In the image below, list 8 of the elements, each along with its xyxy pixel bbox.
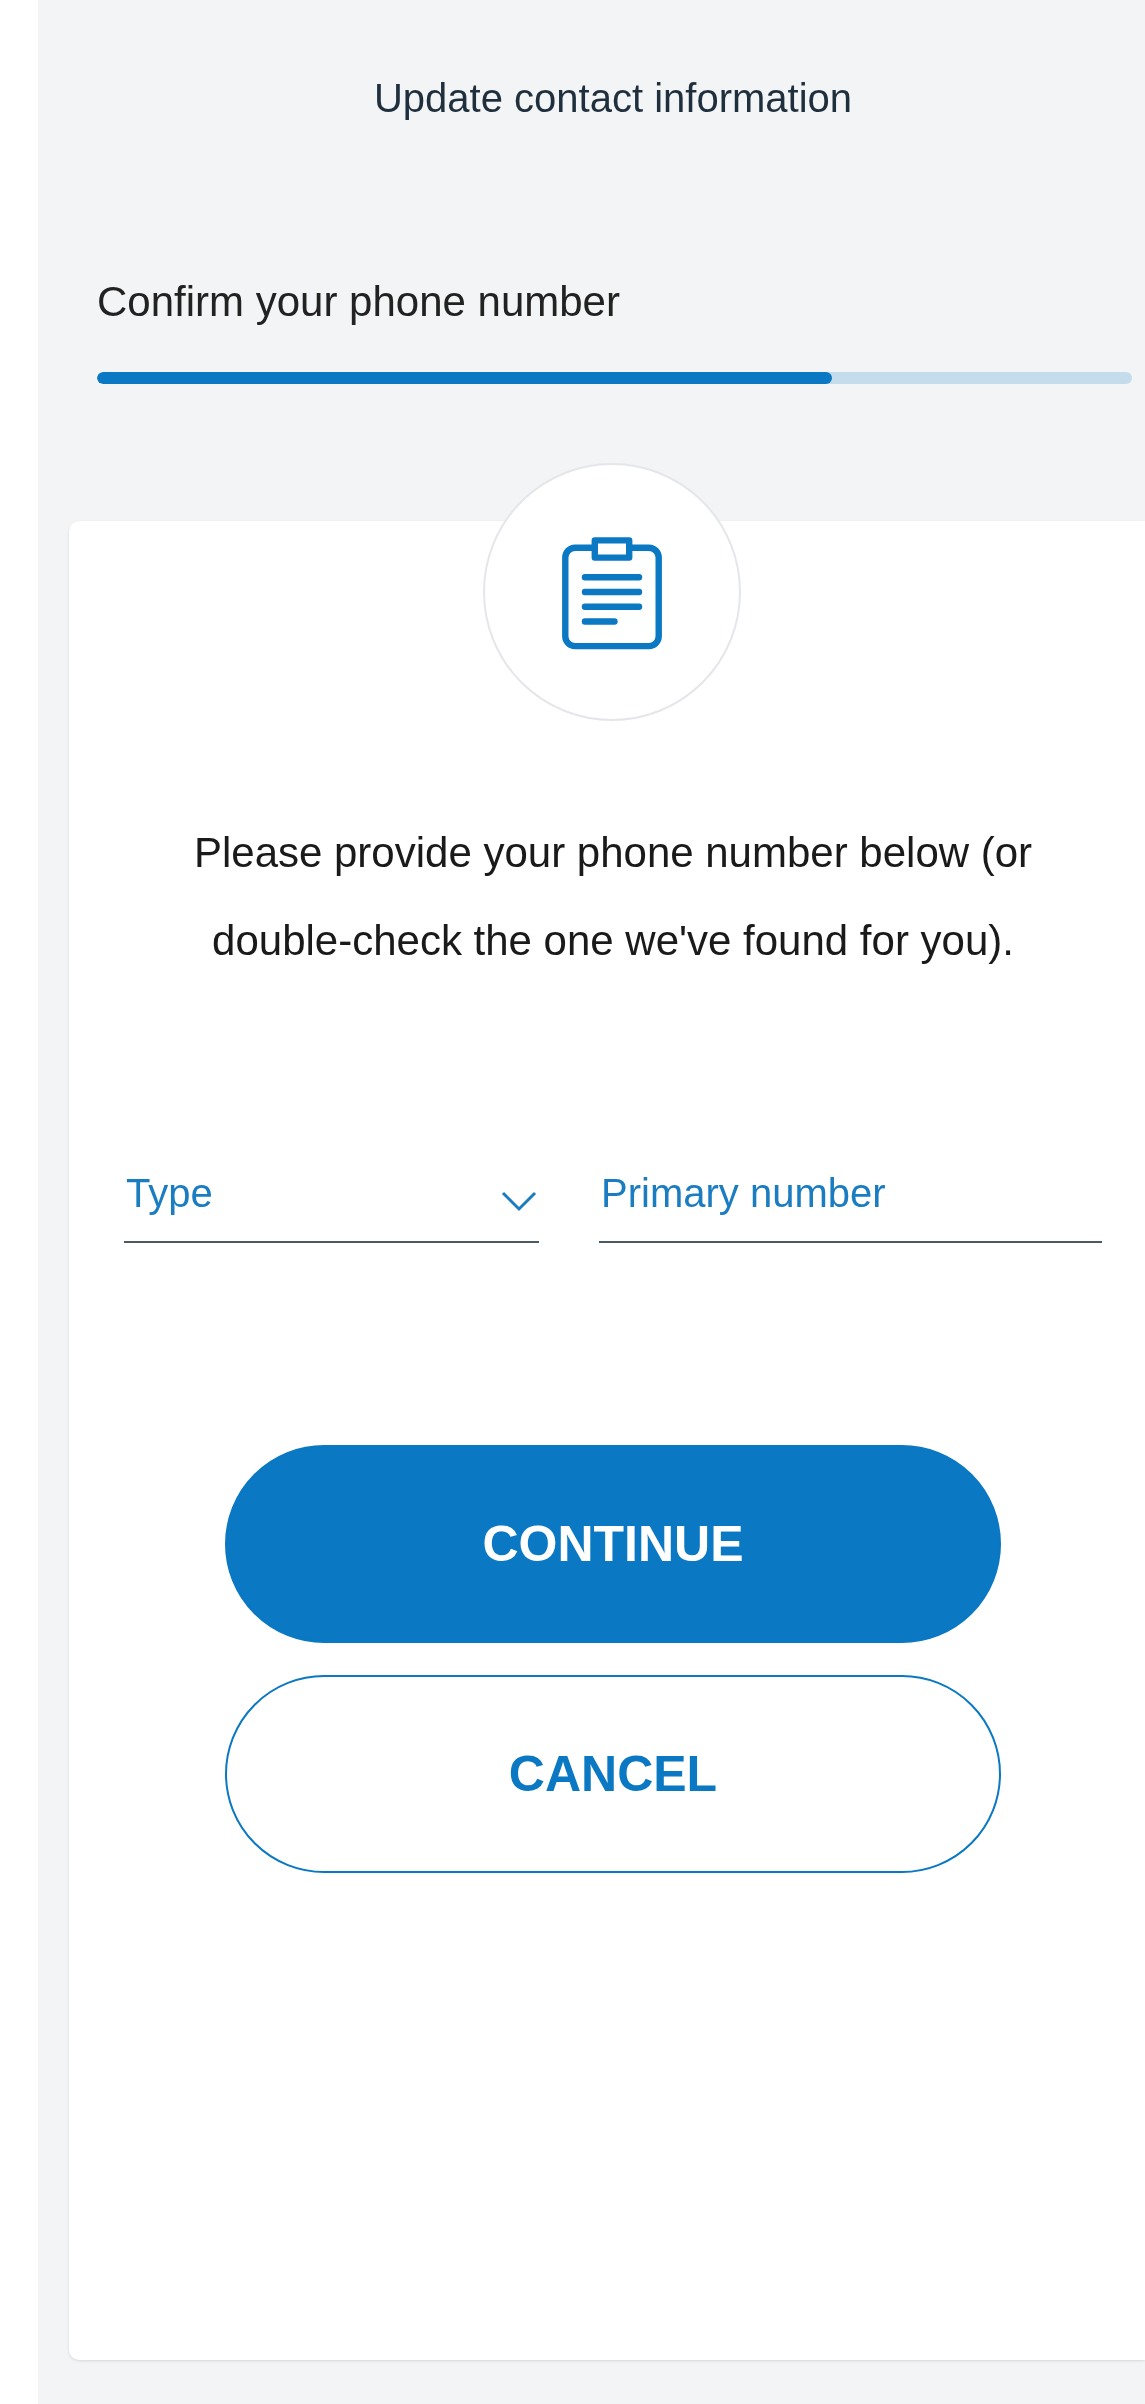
step-title: Confirm your phone number: [97, 278, 621, 327]
cancel-button[interactable]: CANCEL: [225, 1675, 1001, 1873]
phone-number-field[interactable]: Primary number: [599, 1169, 1102, 1217]
continue-button[interactable]: CONTINUE: [225, 1445, 1001, 1643]
page-title: Update contact information: [372, 76, 853, 122]
instruction-text: Please provide your phone number below (or double-check the one we've found for you).: [192, 828, 1034, 966]
chevron-down-icon: [499, 1189, 539, 1213]
type-select[interactable]: Type: [124, 1169, 499, 1217]
